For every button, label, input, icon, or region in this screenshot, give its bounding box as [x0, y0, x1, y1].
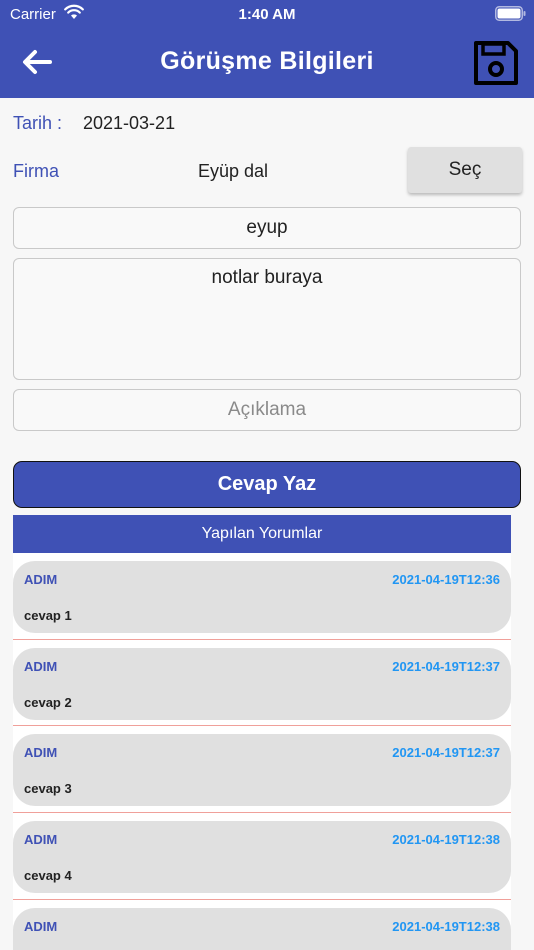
list-item: ADIM 2021-04-19T12:37 cevap 3: [13, 726, 511, 814]
comment-date: 2021-04-19T12:36: [392, 572, 500, 587]
status-bar: Carrier 1:40 AM: [0, 0, 534, 28]
battery-icon: [495, 6, 526, 21]
screen: Carrier 1:40 AM Görüşme Bilgileri Tarih …: [0, 0, 534, 950]
company-value: Eyüp dal: [198, 161, 269, 181]
notes-field[interactable]: notlar buraya: [13, 258, 521, 380]
select-company-button[interactable]: Seç: [408, 147, 522, 193]
status-time: 1:40 AM: [238, 6, 296, 23]
list-item: ADIM 2021-04-19T12:38 cevap 4: [13, 813, 511, 900]
description-field[interactable]: [13, 389, 521, 431]
name-field[interactable]: [13, 207, 521, 249]
comment-date: 2021-04-19T12:37: [392, 658, 500, 674]
comment-date: 2021-04-19T12:38: [392, 832, 500, 848]
comment-text: cevap 1: [24, 608, 72, 623]
comment-text: cevap 4: [24, 868, 72, 884]
list-item: ADIM 2021-04-19T12:36 cevap 1: [13, 553, 511, 640]
date-value: 2021-03-21: [83, 113, 176, 133]
reply-button[interactable]: Cevap Yaz: [13, 461, 521, 508]
date-label: Tarih :: [13, 113, 63, 133]
floppy-disk-icon[interactable]: [472, 39, 520, 87]
company-label: Firma: [13, 161, 59, 181]
page-title: Görüşme Bilgileri: [160, 47, 374, 75]
comment-author: ADIM: [24, 918, 58, 934]
comment-bubble: ADIM 2021-04-19T12:37 cevap 2: [13, 647, 511, 720]
list-item: ADIM 2021-04-19T12:38: [13, 900, 511, 950]
comment-text: cevap 3: [24, 781, 72, 797]
comments-list[interactable]: ADIM 2021-04-19T12:36 cevap 1 ADIM 2021-…: [13, 553, 511, 950]
comment-date: 2021-04-19T12:38: [392, 918, 500, 934]
comment-bubble: ADIM 2021-04-19T12:38 cevap 4: [13, 821, 511, 894]
app-header: Carrier 1:40 AM Görüşme Bilgileri: [0, 0, 534, 98]
comment-bubble: ADIM 2021-04-19T12:36 cevap 1: [13, 561, 511, 633]
comment-date: 2021-04-19T12:37: [392, 745, 500, 761]
comment-author: ADIM: [24, 745, 58, 761]
comment-bubble: ADIM 2021-04-19T12:37 cevap 3: [13, 734, 511, 807]
comment-author: ADIM: [24, 832, 58, 848]
comment-author: ADIM: [24, 658, 58, 674]
list-item: ADIM 2021-04-19T12:37 cevap 2: [13, 640, 511, 727]
comments-header: Yapılan Yorumlar: [13, 515, 511, 553]
comment-text: cevap 2: [24, 694, 72, 710]
comment-author: ADIM: [24, 572, 58, 587]
comment-bubble: ADIM 2021-04-19T12:38: [13, 907, 511, 950]
